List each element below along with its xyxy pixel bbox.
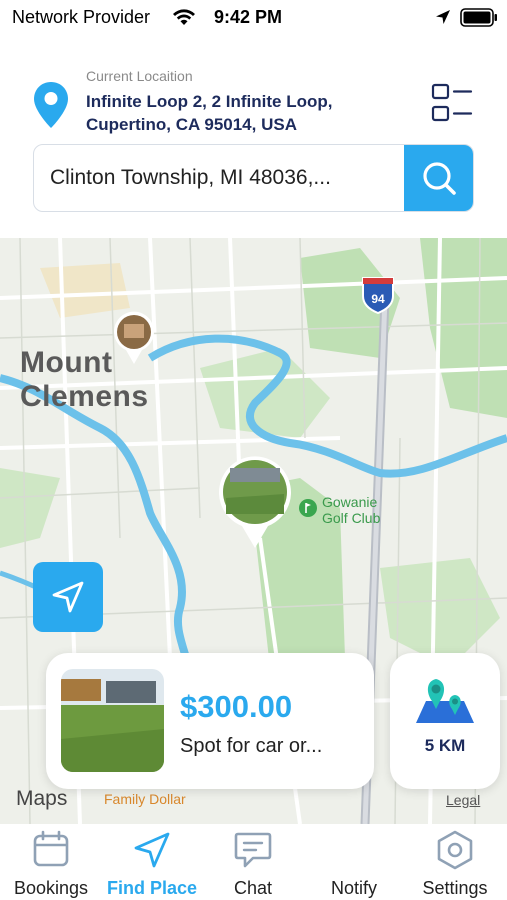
tab-find-place[interactable]: Find Place: [102, 824, 202, 900]
distance-filter-card[interactable]: 5 KM: [390, 653, 500, 789]
location-arrow-icon: [435, 9, 451, 30]
spot-price: $300.00: [180, 689, 293, 724]
map-spot-pin-small[interactable]: [112, 310, 156, 371]
maps-attribution: Maps: [16, 787, 68, 810]
calendar-icon: [1, 830, 101, 870]
distance-label: 5 KM: [424, 736, 466, 755]
locate-me-button[interactable]: [33, 562, 103, 632]
spot-thumbnail: [61, 669, 164, 772]
search-icon: [422, 162, 456, 195]
tab-settings[interactable]: Settings: [405, 824, 505, 900]
search-input[interactable]: [34, 145, 406, 211]
spot-description: Spot for car or...: [180, 735, 323, 757]
battery-icon: [460, 8, 498, 32]
tab-notify[interactable]: Notify: [304, 824, 404, 900]
golf-course-icon: [298, 498, 318, 523]
search-button[interactable]: [404, 145, 473, 211]
highway-shield-number: 94: [371, 292, 385, 306]
chat-bubble-icon: [203, 830, 303, 870]
carrier-name: Network Provider: [12, 7, 151, 27]
wifi-icon: [172, 8, 196, 31]
map-poi-label: Gowanie Golf Club: [322, 494, 402, 526]
current-location-caption: Current Locaition: [86, 68, 193, 84]
map-spot-pin-selected[interactable]: [218, 454, 292, 555]
spot-card[interactable]: $300.00 Spot for car or...: [46, 653, 374, 789]
hexagon-gear-icon: [405, 830, 505, 870]
tab-chat[interactable]: Chat: [203, 824, 303, 900]
navigation-arrow-icon: [102, 830, 202, 870]
tab-label: Settings: [422, 878, 488, 898]
map-place-label: Family Dollar: [104, 791, 186, 807]
map-poi-label-text: Gowanie Golf Club: [322, 494, 381, 526]
highway-shield-icon: 94: [362, 277, 394, 315]
list-view-icon[interactable]: [430, 82, 474, 131]
clock-time: 9:42 PM: [214, 7, 283, 27]
tab-bookings[interactable]: Bookings: [1, 824, 101, 900]
current-location-address: Infinite Loop 2, 2 Infinite Loop, Cupert…: [86, 92, 333, 134]
apple-maps-logo: Maps: [16, 787, 67, 811]
status-bar: Network Provider 9:42 PM: [0, 0, 507, 36]
bell-icon: [304, 830, 404, 870]
legal-link[interactable]: Legal: [446, 792, 480, 808]
search-bar: [33, 144, 474, 212]
bottom-tab-bar: Bookings Find Place Chat Notify Settings: [0, 824, 507, 900]
location-pin-icon: [32, 80, 70, 135]
map-pins-icon: [414, 675, 476, 732]
navigation-arrow-icon: [52, 581, 84, 613]
